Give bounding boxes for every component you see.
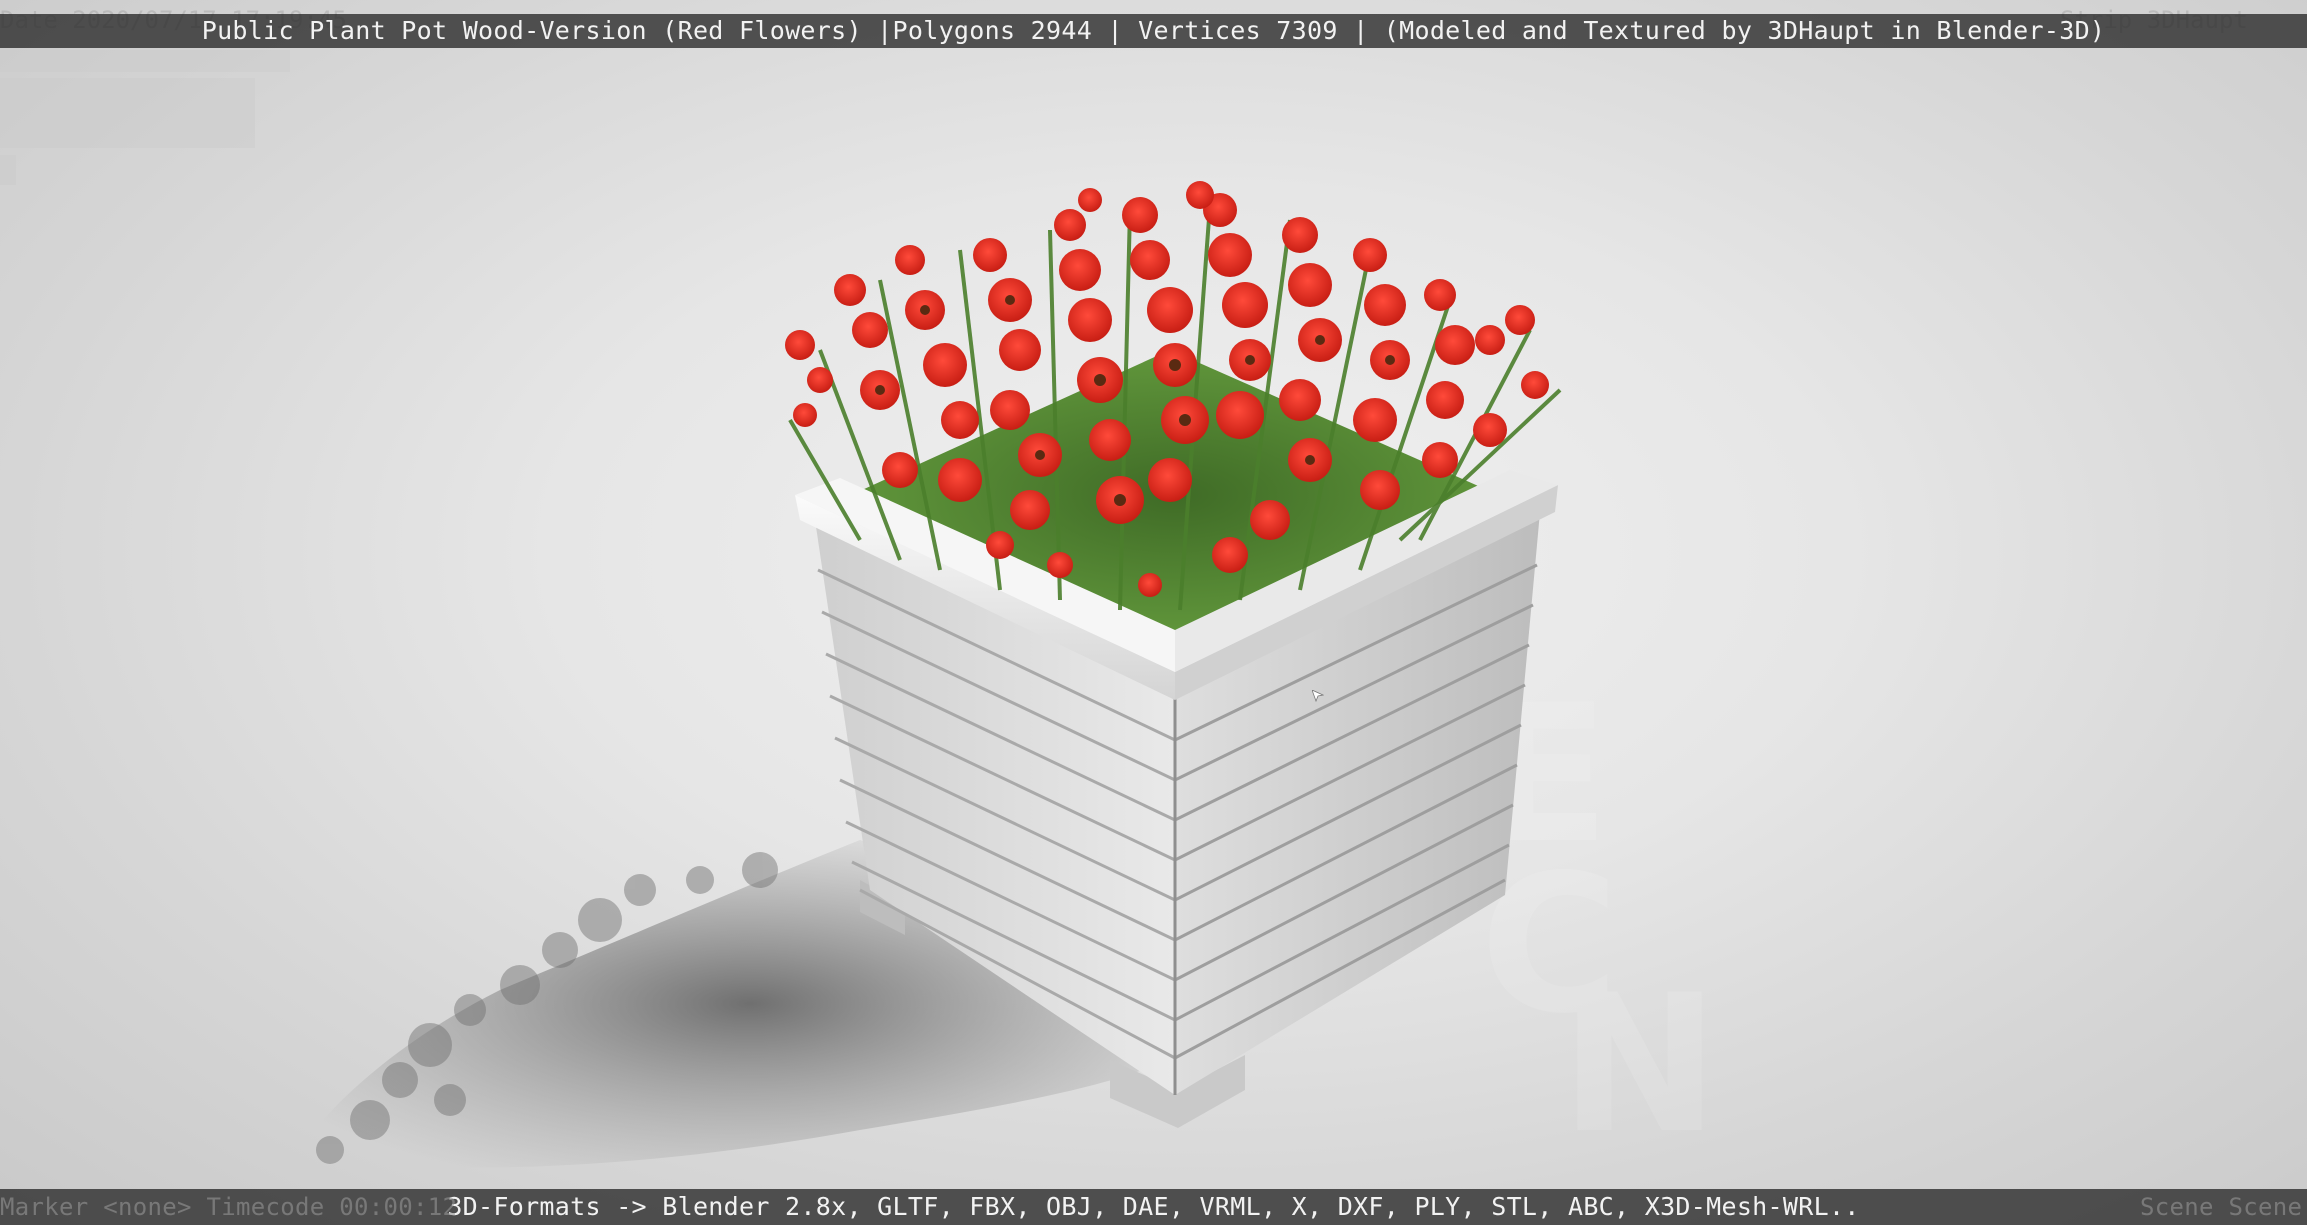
mouse-cursor-icon — [1312, 690, 1324, 702]
formats-bar: Marker <none> Timecode 00:00:12 3D-Forma… — [0, 1189, 2307, 1225]
formats-text: 3D-Formats -> Blender 2.8x, GLTF, FBX, O… — [447, 1192, 1860, 1221]
marker-timecode-stamp: Marker <none> Timecode 00:00:12 — [0, 1193, 458, 1221]
render-viewport: Date 2020/07/17 17:19:45 Strip 3DHaupt — [0, 0, 2307, 1225]
model-info-text: Public Plant Pot Wood-Version (Red Flowe… — [201, 16, 2106, 45]
scene-stamp: Scene Scene — [2140, 1193, 2303, 1221]
scene-canvas: E C N — [300, 181, 1719, 1175]
model-info-bar: Public Plant Pot Wood-Version (Red Flowe… — [0, 14, 2307, 48]
svg-text:N: N — [1560, 954, 1719, 1175]
